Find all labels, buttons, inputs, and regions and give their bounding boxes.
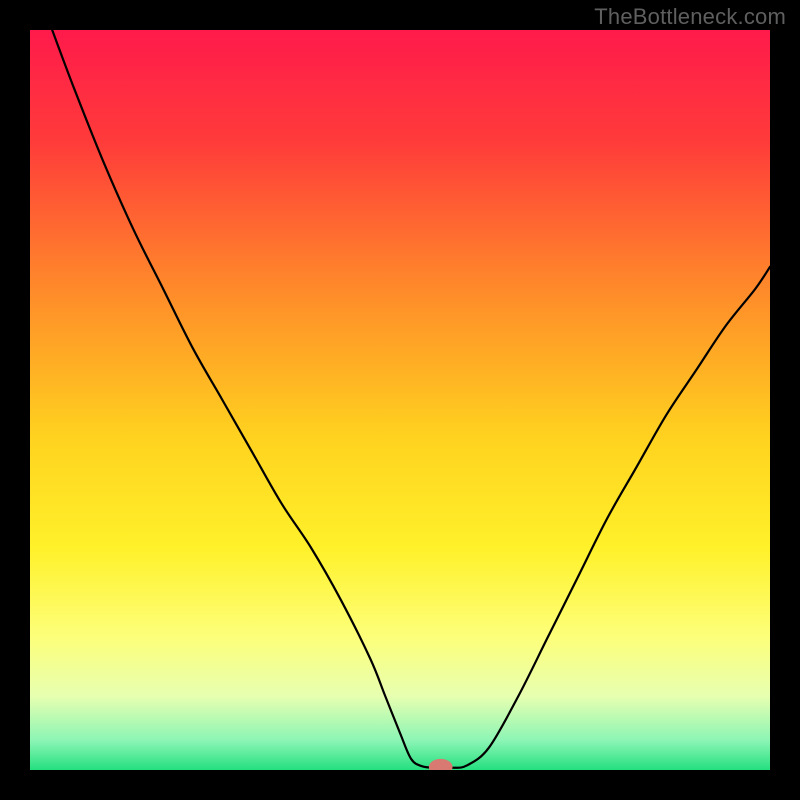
chart-frame: TheBottleneck.com: [0, 0, 800, 800]
chart-svg: [30, 30, 770, 770]
watermark-text: TheBottleneck.com: [594, 4, 786, 30]
chart-background: [30, 30, 770, 770]
chart-plot-area: [30, 30, 770, 770]
